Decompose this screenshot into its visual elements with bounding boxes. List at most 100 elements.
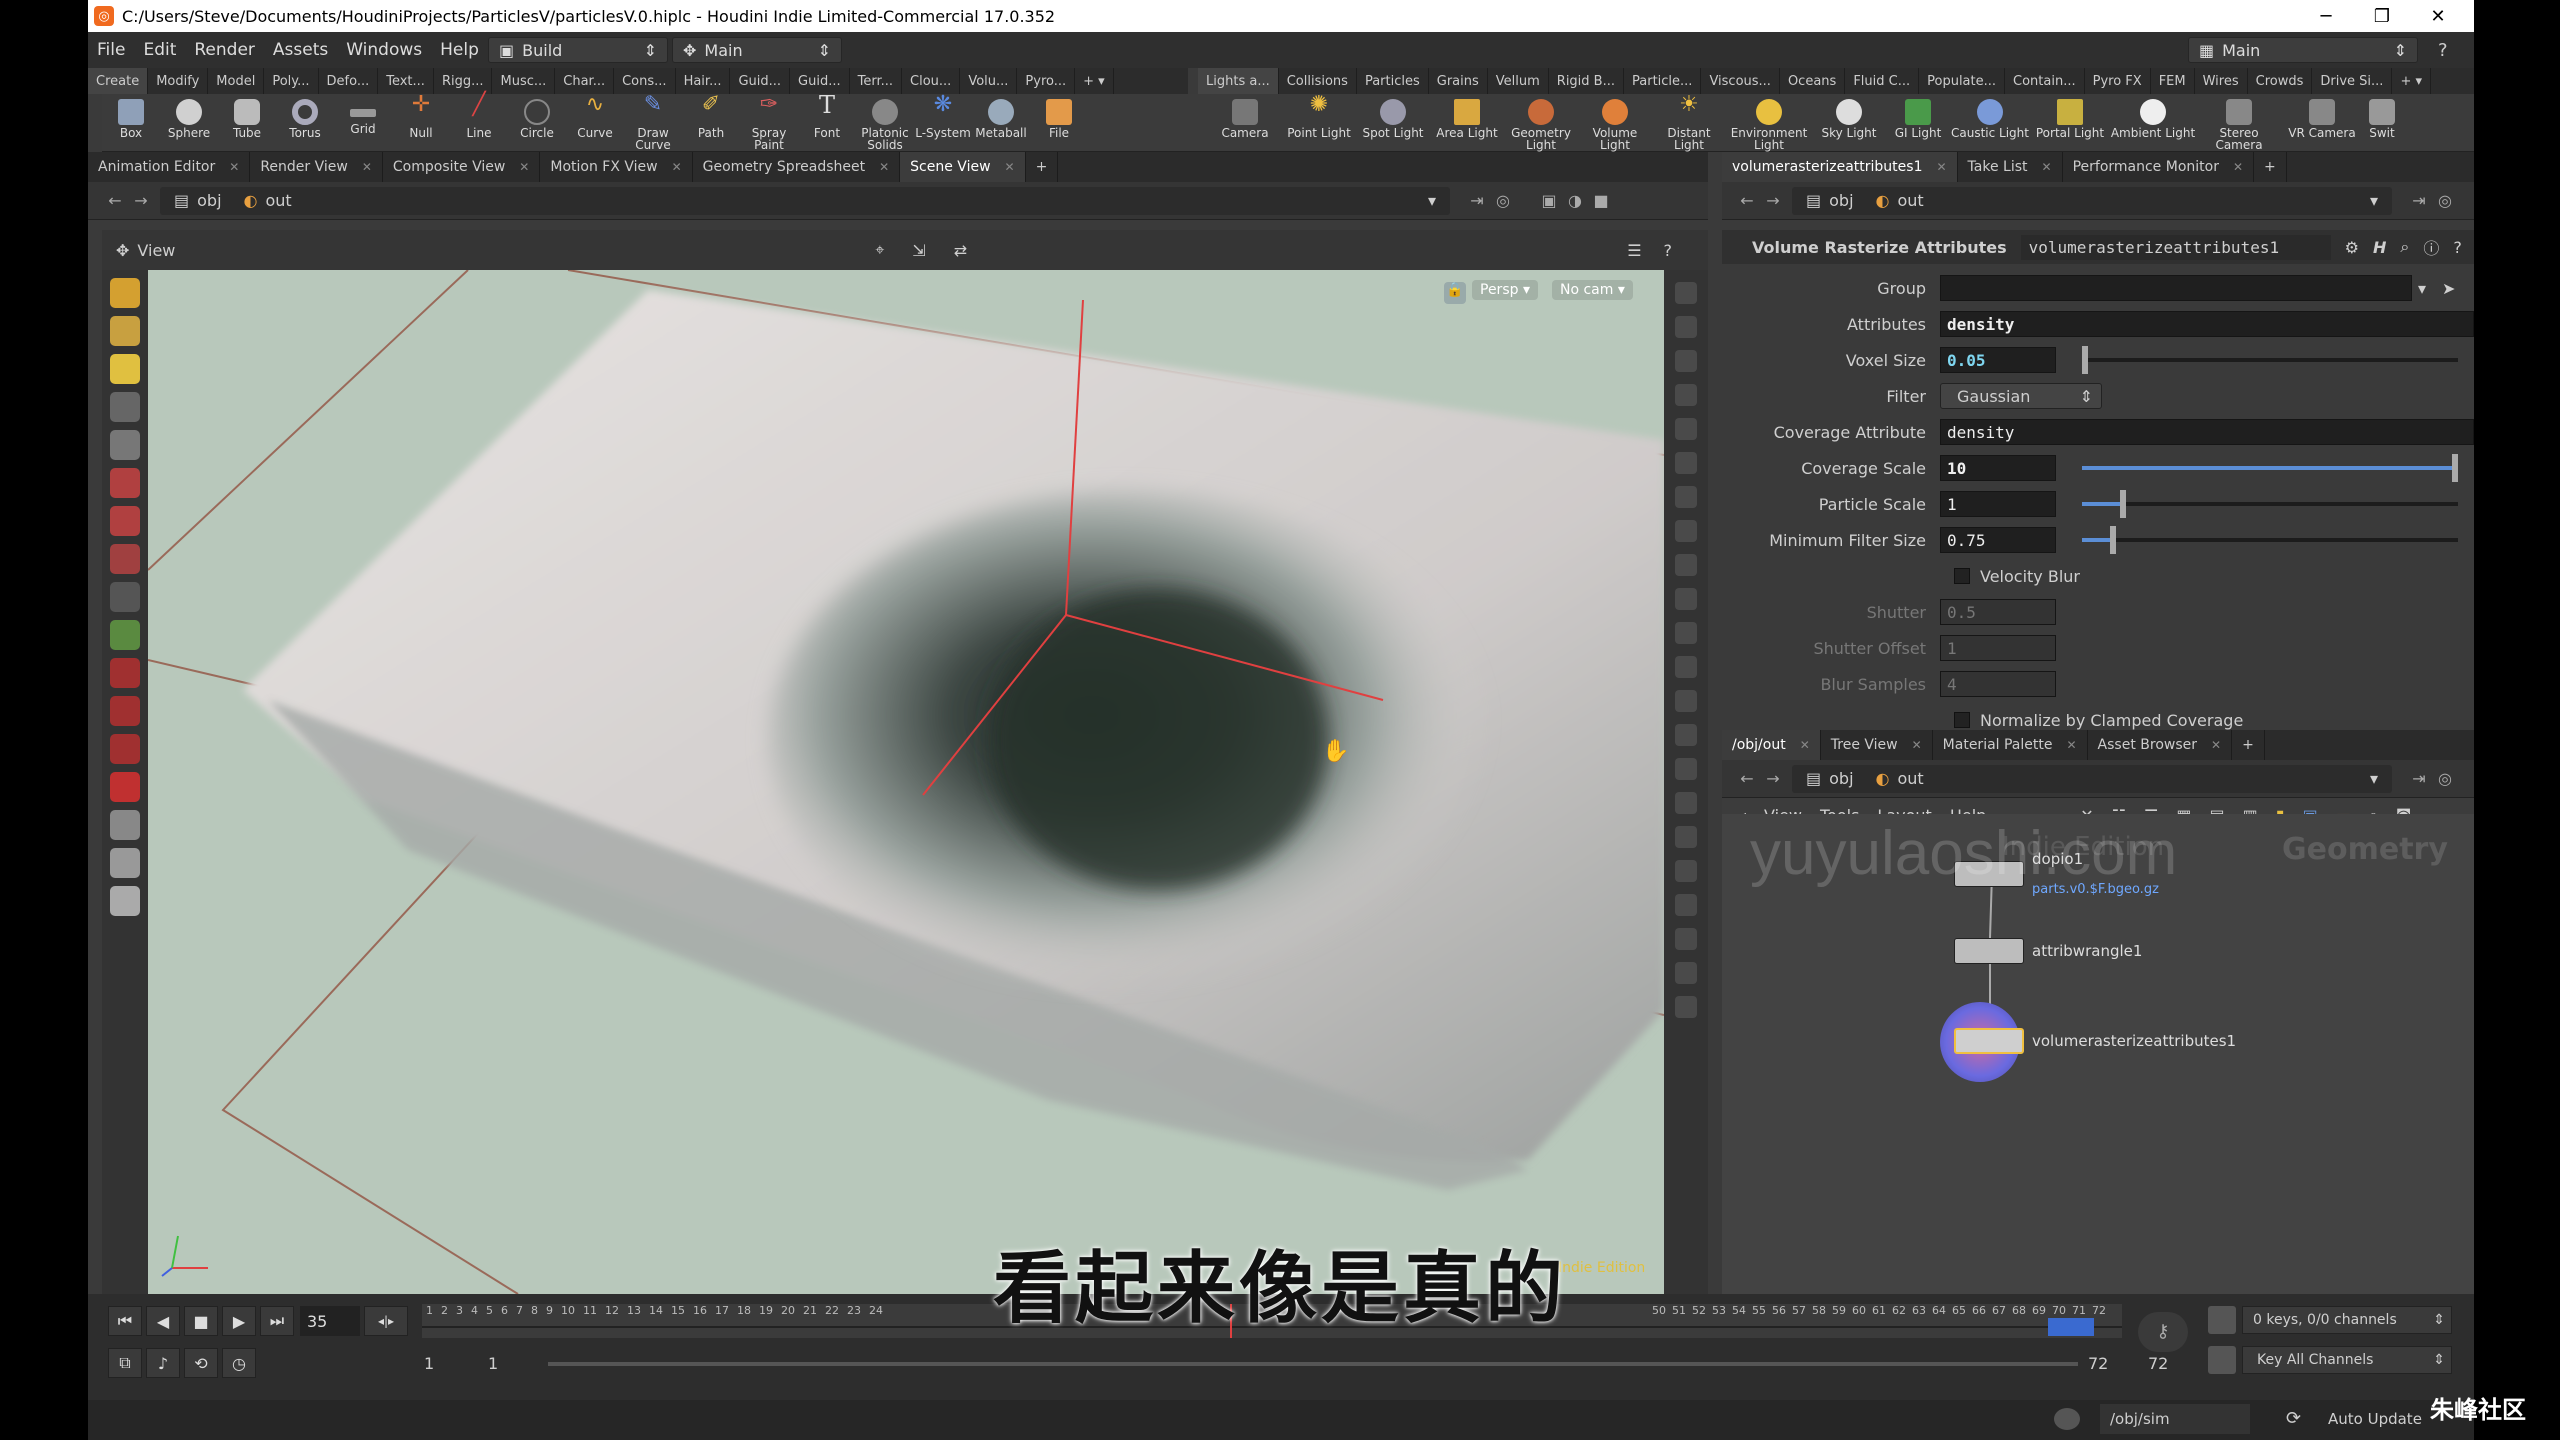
add-tab-icon[interactable]: + [2232,730,2265,760]
minimize-button[interactable]: ─ [2298,0,2354,32]
link-icon[interactable]: ◎ [2432,769,2458,788]
range-slider[interactable] [548,1362,2078,1366]
select-mode-icon[interactable]: ⇲ [912,241,925,260]
close-tab-icon[interactable]: ✕ [2233,160,2243,174]
snap-prim-icon[interactable] [110,696,140,726]
maximize-pane-icon[interactable]: ■ [1588,191,1614,210]
shelf-tab-model[interactable]: Model [208,68,265,94]
coverage-scale-field[interactable]: 10 [1940,455,2056,481]
tool-ambient-light[interactable]: Ambient Light [2110,93,2196,151]
shading-icon[interactable]: ◑ [1562,191,1588,210]
shelf-tab-wires[interactable]: Wires [2195,68,2248,94]
back-arrow-icon[interactable]: ← [102,191,128,210]
help-icon[interactable]: ? [2438,40,2448,61]
tool-metaball[interactable]: Metaball [972,93,1030,151]
coverage-attribute-field[interactable]: density [1940,419,2474,445]
desktop-main-dropdown[interactable]: ✥ Main ⇕ [672,37,842,63]
shelf-tab-characters[interactable]: Char... [555,68,615,94]
close-tab-icon[interactable]: ✕ [519,160,529,174]
close-tab-icon[interactable]: ✕ [1800,738,1810,752]
tab-motion-fx-view[interactable]: Motion FX View ✕ [540,152,693,182]
teapot-icon[interactable] [110,886,140,916]
close-tab-icon[interactable]: ✕ [2066,738,2076,752]
particle-scale-field[interactable]: 1 [1940,491,2056,517]
tool-path[interactable]: ✐ Path [682,93,740,151]
min-filter-size-slider[interactable] [2082,526,2458,554]
shelf-tab-fluid-containers[interactable]: Fluid C... [1845,68,1920,94]
render-region-icon[interactable] [110,810,140,840]
playback-start-field[interactable]: 1 [488,1354,498,1373]
shelf-tab-viscous[interactable]: Viscous... [1701,68,1780,94]
slider-knob[interactable] [2110,526,2116,554]
back-arrow-icon[interactable]: ← [1734,191,1760,210]
viewport-help-icon[interactable]: ? [1664,241,1673,260]
visualizer-icon[interactable] [1675,588,1697,610]
tool-volume-light[interactable]: Volume Light [1578,93,1652,151]
headlight-icon[interactable] [1675,486,1697,508]
network-path-breadcrumb[interactable]: ▤ obj ◐ out ▾ [1792,764,2392,793]
pin-icon[interactable]: ⇥ [2406,191,2432,210]
tab-obj-out[interactable]: /obj/out ✕ [1722,730,1821,760]
shelf-tab-cloud[interactable]: Clou... [902,68,961,94]
light-bulb-icon[interactable] [1675,520,1697,542]
shelf-tab-rigging[interactable]: Rigg... [434,68,493,94]
tool-camera[interactable]: Camera [1208,93,1282,151]
shelf-tab-particle-fluids[interactable]: Particle... [1624,68,1702,94]
tool-distant-light[interactable]: ☀ Distant Light [1652,93,1726,152]
shelf-tab-fem[interactable]: FEM [2151,68,2195,94]
shading-mode-icon[interactable] [1675,418,1697,440]
shelf-tab-vellum[interactable]: Vellum [1488,68,1549,94]
shelf-tab-drive-sim[interactable]: Drive Si... [2312,68,2393,94]
key-all-channels-dropdown[interactable]: Key All Channels ⇕ [2242,1346,2452,1374]
tool-caustic-light[interactable]: Caustic Light [1950,93,2030,151]
tab-render-view[interactable]: Render View ✕ [250,152,383,182]
lock-camera-icon[interactable]: 🔒 [1444,282,1466,304]
group-field[interactable] [1940,275,2412,301]
pose-tool-icon[interactable] [110,354,140,384]
add-tab-icon[interactable]: + [2254,152,2287,182]
shelf-tab-constraints[interactable]: Cons... [614,68,676,94]
range-start-field[interactable]: 1 [424,1354,434,1373]
number-display-icon[interactable] [1675,724,1697,746]
display-normals-icon[interactable] [1675,282,1697,304]
display-options-icon[interactable]: ▣ [1536,191,1562,210]
shelf-tab-modify[interactable]: Modify [148,68,209,94]
shelf-tab-lights[interactable]: Lights a... [1198,68,1279,94]
handle-tool-icon[interactable] [110,582,140,612]
shelf-tab-collisions[interactable]: Collisions [1279,68,1357,94]
rotate-tool-icon[interactable] [110,506,140,536]
key-all-icon[interactable] [2208,1346,2236,1374]
tab-take-list[interactable]: Take List ✕ [1958,152,2063,182]
range-end-field[interactable]: 72 [2148,1354,2168,1373]
tool-l-system[interactable]: ❋ L-System [914,93,972,151]
camera-menu[interactable]: No cam ▾ [1552,280,1633,300]
add-shelf-icon[interactable]: + ▾ [2392,68,2431,94]
close-tab-icon[interactable]: ✕ [2042,160,2052,174]
node-attribwrangle1[interactable]: attribwrangle1 [1954,938,2142,964]
snap-grid-icon[interactable] [110,658,140,688]
tab-geometry-spreadsheet[interactable]: Geometry Spreadsheet ✕ [693,152,901,182]
text-display-icon[interactable] [1675,928,1697,950]
back-arrow-icon[interactable]: ← [1734,769,1760,788]
tab-performance-monitor[interactable]: Performance Monitor ✕ [2063,152,2255,182]
menu-help[interactable]: Help [431,40,488,60]
houdini-h-icon[interactable]: H [2373,238,2386,257]
chevron-down-icon[interactable]: ▾ [2418,279,2426,298]
background-icon[interactable] [1675,554,1697,576]
close-tab-icon[interactable]: ✕ [229,160,239,174]
tool-platonic-solids[interactable]: Platonic Solids [856,93,914,151]
lock-view-icon[interactable] [1675,350,1697,372]
shelf-tab-grains[interactable]: Grains [1429,68,1488,94]
close-tab-icon[interactable]: ✕ [1005,160,1015,174]
slider-knob[interactable] [2082,346,2088,374]
tool-point-light[interactable]: ✺ Point Light [1282,93,1356,151]
link-icon[interactable]: ◎ [1490,191,1516,210]
tab-volumerasterize-params[interactable]: volumerasterizeattributes1 ✕ [1722,152,1958,182]
flipbook-icon[interactable] [1675,996,1697,1018]
tool-portal-light[interactable]: Portal Light [2030,93,2110,151]
arrow-select-icon[interactable] [110,392,140,422]
tab-tree-view[interactable]: Tree View ✕ [1821,730,1933,760]
shelf-tab-particles[interactable]: Particles [1357,68,1429,94]
realtime-clock-icon[interactable]: ◷ [222,1348,256,1378]
move-tool-icon[interactable] [110,468,140,498]
